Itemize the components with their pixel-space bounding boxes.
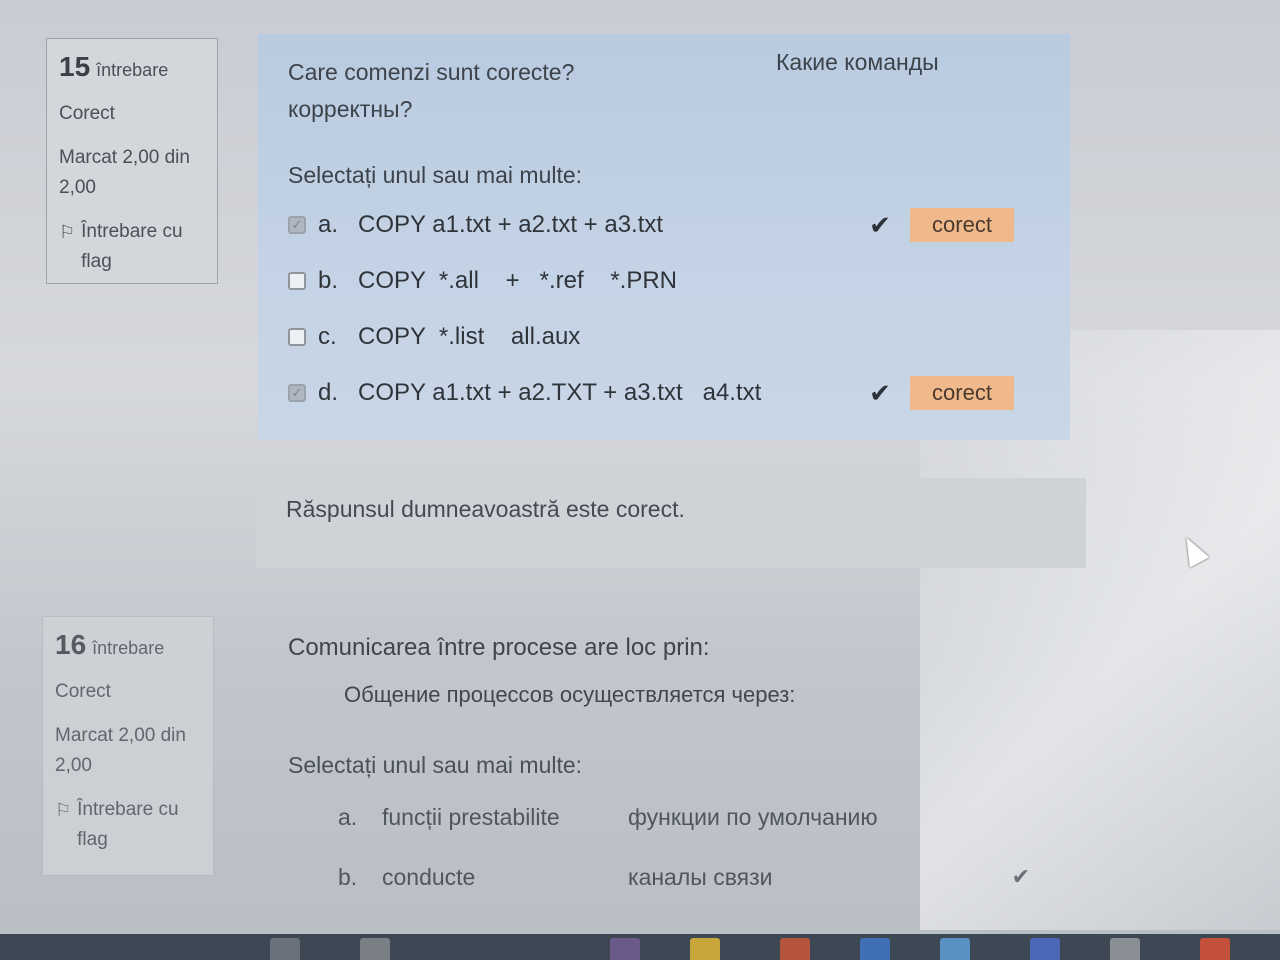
flag-question-link[interactable]: ⚐ Întrebare cu flag — [55, 795, 201, 855]
question-status: Corect — [59, 103, 115, 124]
taskbar — [0, 934, 1280, 960]
correct-badge: corect — [910, 376, 1014, 410]
option-text-ru: функции по умолчанию — [628, 803, 878, 830]
checkbox-b[interactable] — [288, 272, 306, 290]
checkbox-d[interactable]: ✓ — [288, 384, 306, 402]
question-word: întrebare — [92, 638, 165, 658]
mouse-cursor-icon — [1176, 532, 1210, 568]
option-letter: b. — [338, 863, 358, 890]
question-text: Care comenzi sunt corecte? Какие команды… — [288, 49, 1040, 128]
answer-option-c[interactable]: c. COPY *.list all.aux — [288, 309, 1040, 365]
flag-icon: ⚐ — [59, 222, 76, 242]
answer-option-d[interactable]: ✓ d. COPY a1.txt + a2.TXT + a3.txt a4.tx… — [288, 365, 1040, 421]
question-number-row: 15 întrebare — [59, 51, 205, 83]
question-word: întrebare — [96, 60, 169, 80]
checkbox-c[interactable] — [288, 328, 306, 346]
question-number-row: 16 întrebare — [55, 629, 201, 661]
option-text: funcții prestabilite — [382, 803, 560, 830]
question-number: 15 — [59, 51, 91, 82]
question-16-info: 16 întrebare Corect Marcat 2,00 din 2,00… — [42, 616, 214, 876]
taskbar-app-icon[interactable] — [270, 938, 300, 960]
question-16-content: Comunicarea între procese are loc prin: … — [258, 620, 1070, 936]
taskbar-app-icon[interactable] — [360, 938, 390, 960]
check-icon: ✔ — [869, 209, 891, 240]
option-feedback: ✔ corect — [866, 208, 1014, 242]
answer-option-a[interactable]: ✓ a. COPY a1.txt + a2.txt + a3.txt ✔ cor… — [288, 197, 1040, 253]
option-text: COPY *.all + *.ref *.PRN — [358, 267, 677, 294]
option-text: COPY a1.txt + a2.txt + a3.txt — [358, 211, 664, 238]
answer-prompt: Selectați unul sau mai multe: — [288, 752, 583, 778]
taskbar-app-icon[interactable] — [1030, 938, 1060, 960]
question-text-ru-part2: корректны? — [288, 96, 413, 122]
taskbar-app-icon[interactable] — [690, 938, 720, 960]
flag-question-link[interactable]: ⚐ Întrebare cu flag — [59, 217, 205, 277]
option-letter: a. — [338, 803, 358, 830]
option-text: COPY a1.txt + a2.TXT + a3.txt a4.txt — [358, 379, 762, 406]
answer-option-b[interactable]: b. conducte каналы связи ✔ — [288, 847, 1040, 907]
answer-option-a[interactable]: a. funcții prestabilite функции по умолч… — [288, 787, 1040, 847]
option-letter: d. — [318, 379, 339, 406]
option-letter: a. — [318, 211, 339, 238]
answer-options: ✓ a. COPY a1.txt + a2.txt + a3.txt ✔ cor… — [288, 197, 1040, 421]
option-text: COPY *.list all.aux — [358, 323, 581, 350]
correct-badge: corect — [910, 208, 1014, 242]
option-text: conducte — [382, 863, 476, 890]
question-text-ru: Общение процессов осуществляется через: — [344, 682, 796, 707]
option-letter: b. — [318, 267, 339, 294]
check-icon: ✔ — [869, 377, 891, 408]
option-text-ru: каналы связи — [628, 863, 773, 890]
question-15-info: 15 întrebare Corect Marcat 2,00 din 2,00… — [46, 38, 218, 284]
taskbar-app-icon[interactable] — [610, 938, 640, 960]
question-status: Corect — [55, 681, 111, 702]
taskbar-app-icon[interactable] — [860, 938, 890, 960]
answer-options: a. funcții prestabilite функции по умолч… — [288, 787, 1040, 907]
option-letter: c. — [318, 323, 337, 350]
question-mark: Marcat 2,00 din 2,00 — [59, 147, 190, 198]
taskbar-app-icon[interactable] — [780, 938, 810, 960]
flag-icon: ⚐ — [55, 800, 72, 820]
taskbar-app-icon[interactable] — [1110, 938, 1140, 960]
answer-prompt: Selectați unul sau mai multe: — [288, 162, 583, 188]
check-icon: ✔ — [1011, 864, 1030, 889]
option-feedback: ✔ corect — [866, 376, 1014, 410]
flag-question-label: Întrebare cu flag — [77, 799, 179, 850]
question-text-ro: Comunicarea între procese are loc prin: — [288, 634, 710, 661]
taskbar-app-icon[interactable] — [940, 938, 970, 960]
question-mark: Marcat 2,00 din 2,00 — [55, 725, 186, 776]
question-15-content: Care comenzi sunt corecte? Какие команды… — [258, 34, 1070, 440]
question-outcome: Răspunsul dumneavoastră este corect. — [256, 478, 1086, 568]
question-number: 16 — [55, 629, 87, 660]
question-text-ru-part1: Какие команды — [776, 49, 939, 75]
taskbar-app-icon[interactable] — [1200, 938, 1230, 960]
checkbox-a[interactable]: ✓ — [288, 216, 306, 234]
flag-question-label: Întrebare cu flag — [81, 221, 183, 272]
answer-option-b[interactable]: b. COPY *.all + *.ref *.PRN — [288, 253, 1040, 309]
